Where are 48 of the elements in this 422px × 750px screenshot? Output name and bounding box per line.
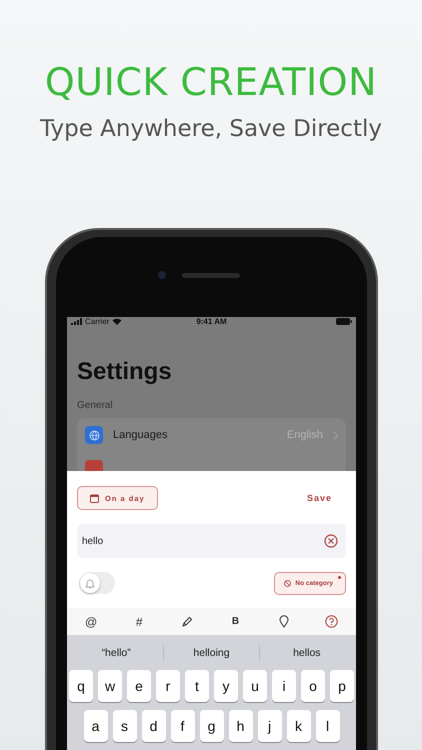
prohibited-icon (284, 580, 292, 586)
camera-icon (158, 271, 166, 279)
calendar-icon (90, 494, 99, 502)
clear-icon[interactable] (324, 534, 338, 548)
key[interactable]: e (127, 670, 151, 702)
key[interactable]: g (200, 710, 224, 742)
suggestion[interactable]: “hello” (69, 644, 164, 660)
key[interactable]: t (185, 670, 209, 702)
key[interactable]: o (301, 670, 325, 702)
suggestion[interactable]: helloing (163, 644, 259, 660)
key[interactable]: q (69, 670, 93, 702)
help-icon (325, 615, 338, 628)
pin-icon (278, 615, 289, 628)
key[interactable]: k (286, 710, 310, 742)
key[interactable]: d (142, 710, 166, 742)
bold-button[interactable]: B (224, 612, 248, 632)
save-button[interactable]: Save (292, 493, 346, 503)
toolbar-symbol-button[interactable]: # (127, 612, 152, 632)
subheadline: Type Anywhere, Save Directly (40, 116, 382, 142)
key[interactable]: i (272, 670, 296, 702)
headline: QUICK CREATION (44, 59, 378, 106)
key[interactable]: f (170, 710, 194, 742)
key[interactable]: p (330, 670, 354, 702)
key[interactable]: u (243, 670, 267, 702)
signal-icon (71, 318, 82, 325)
battery-icon (336, 318, 352, 325)
key[interactable]: r (156, 670, 180, 702)
key[interactable]: l (316, 710, 340, 742)
key[interactable]: h (228, 710, 252, 742)
reminder-toggle[interactable] (79, 572, 115, 594)
pencil-icon (181, 616, 194, 628)
settings-row-label: Languages (113, 429, 168, 441)
toolbar-symbol-button[interactable]: @ (79, 612, 104, 632)
speaker-grille (182, 273, 240, 278)
key[interactable]: j (258, 710, 282, 742)
wifi-icon (112, 318, 122, 325)
carrier-label: Carrier (85, 317, 110, 326)
key[interactable]: w (98, 670, 122, 702)
key[interactable]: a (84, 710, 108, 742)
page-title: Settings (77, 358, 173, 386)
status-time: 9:41 AM (196, 317, 227, 326)
bell-icon (85, 578, 95, 588)
key[interactable]: s (112, 710, 136, 742)
suggestion[interactable]: hellos (258, 644, 354, 660)
text-input-field[interactable]: hello (77, 524, 346, 558)
key[interactable]: y (214, 670, 238, 702)
section-header: General (77, 400, 114, 411)
chevron-icon (333, 430, 338, 440)
